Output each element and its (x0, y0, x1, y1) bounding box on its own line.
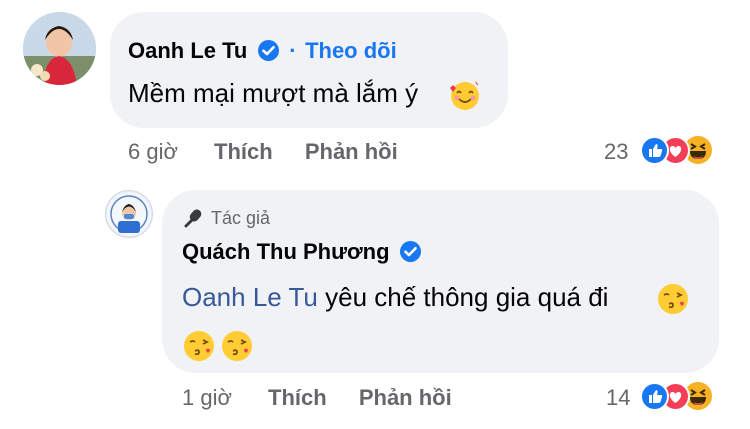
verified-badge-icon (400, 241, 422, 262)
smiling-face-with-hearts-icon (450, 79, 480, 110)
reply-header: Quách Thu Phương (182, 239, 422, 265)
avatar-oanh[interactable] (23, 12, 96, 85)
mention-link[interactable]: Oanh Le Tu (182, 282, 318, 312)
author-badge: Tác giả (182, 207, 270, 229)
verified-badge-icon (257, 40, 279, 61)
comment-reaction-count: 23 (604, 139, 629, 164)
reply-author-name[interactable]: Quách Thu Phương (182, 239, 390, 264)
avatar-photo (23, 12, 96, 85)
separator-dot: · (289, 38, 297, 63)
reply-reply-button[interactable]: Phản hồi (359, 385, 452, 410)
reply-text: yêu chế thông gia quá đi (317, 282, 609, 312)
comment-actions: 6 giờ Thích Phản hồi (128, 139, 398, 165)
comment-text: Mềm mại mượt mà lắm ý (128, 78, 419, 108)
microphone-icon (184, 209, 202, 228)
reply-actions: 1 giờ Thích Phản hồi (182, 385, 452, 411)
follow-button[interactable]: Theo dõi (305, 38, 397, 63)
reply-reaction-count: 14 (606, 385, 631, 410)
reply-bubble: Tác giả Quách Thu Phương Oanh Le Tu yêu … (162, 190, 719, 373)
comment-time[interactable]: 6 giờ (128, 139, 178, 164)
reply-text-line: Oanh Le Tu yêu chế thông gia quá đi (182, 282, 608, 313)
reply-like-button[interactable]: Thích (268, 385, 327, 410)
comment-author-name[interactable]: Oanh Le Tu (128, 38, 247, 63)
comment-bubble: Oanh Le Tu · Theo dõi Mềm mại mượt mà lắ… (110, 12, 508, 128)
comment-header: Oanh Le Tu · Theo dõi (128, 38, 397, 64)
avatar-photo (107, 192, 151, 236)
author-badge-label: Tác giả (211, 208, 271, 228)
reply-time[interactable]: 1 giờ (182, 385, 232, 410)
comment-reply-button[interactable]: Phản hồi (305, 139, 398, 164)
face-blowing-kiss-icon (184, 331, 214, 361)
avatar-quach-thu-phuong[interactable] (105, 190, 153, 238)
face-blowing-kiss-icon (658, 284, 688, 314)
face-blowing-kiss-icon (222, 331, 252, 361)
comment-like-button[interactable]: Thích (214, 139, 273, 164)
like-reaction-icon (640, 382, 669, 411)
like-reaction-icon (640, 136, 669, 165)
comment-text-line: Mềm mại mượt mà lắm ý (128, 78, 418, 109)
